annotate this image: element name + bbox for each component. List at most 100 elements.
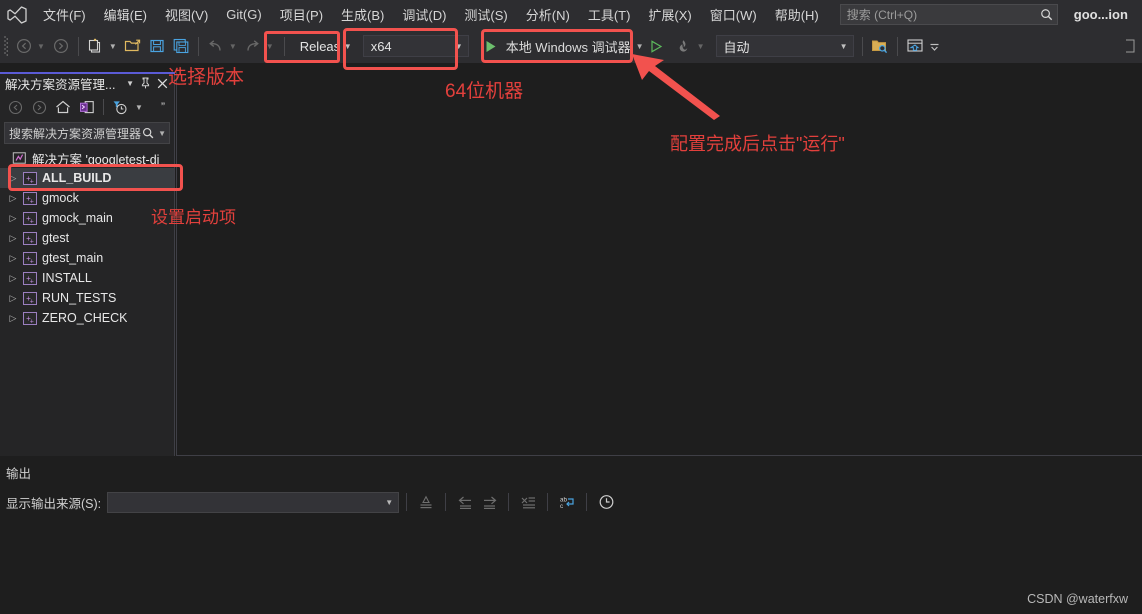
menu-item-analyze[interactable]: 分析(N)	[517, 0, 579, 29]
solution-explorer-search[interactable]: 搜索解决方案资源管理器 ▼	[4, 122, 170, 144]
search-icon	[1040, 8, 1053, 21]
svg-text:c: c	[560, 503, 563, 510]
editor-area[interactable]	[176, 72, 1142, 456]
process-auto-combo[interactable]: 自动 ▼	[715, 35, 854, 57]
tree-item-label: INSTALL	[42, 271, 92, 285]
undo-icon[interactable]	[204, 33, 228, 59]
cpp-project-icon: ++	[20, 251, 39, 265]
toolbar-separator	[508, 493, 510, 511]
output-source-label: 显示输出来源(S):	[6, 496, 102, 511]
tree-item-gmock-main[interactable]: ▷ ++ gmock_main	[0, 208, 174, 228]
expander-icon[interactable]: ▷	[6, 273, 20, 284]
toolbar-separator	[197, 36, 199, 56]
navigate-backward-icon[interactable]	[12, 33, 36, 59]
new-item-icon[interactable]	[84, 33, 108, 59]
tree-item-solution[interactable]: 解决方案 'googletest-di	[0, 148, 174, 168]
toolbar-grip[interactable]	[0, 29, 12, 63]
expander-icon[interactable]: ▷	[6, 173, 20, 184]
tree-item-run-tests[interactable]: ▷ ++ RUN_TESTS	[0, 288, 174, 308]
tree-item-all-build[interactable]: ▷ ++ ALL_BUILD	[0, 168, 174, 188]
home-icon[interactable]	[52, 96, 74, 118]
open-folder-icon[interactable]	[121, 33, 145, 59]
chevron-down-icon[interactable]: ▼	[133, 96, 145, 118]
menu-item-edit[interactable]: 编辑(E)	[95, 0, 156, 29]
toolbar-overflow-icon[interactable]	[927, 33, 942, 59]
menu-item-window[interactable]: 窗口(W)	[701, 0, 766, 29]
expander-icon[interactable]: ▷	[6, 253, 20, 264]
sync-with-active-document-icon[interactable]	[76, 96, 98, 118]
tree-item-install[interactable]: ▷ ++ INSTALL	[0, 268, 174, 288]
save-all-icon[interactable]	[169, 33, 193, 59]
chevron-down-icon[interactable]: ▼	[840, 42, 848, 51]
menu-item-view[interactable]: 视图(V)	[156, 0, 217, 29]
menu-item-test[interactable]: 测试(S)	[455, 0, 516, 29]
go-to-previous-message-icon[interactable]	[453, 491, 477, 513]
cpp-project-icon: ++	[20, 311, 39, 325]
menu-item-debug[interactable]: 调试(D)	[393, 0, 455, 29]
chevron-down-icon[interactable]: ▼	[344, 42, 352, 51]
solution-explorer-search-input[interactable]: 搜索解决方案资源管理器	[9, 125, 142, 142]
cpp-project-icon: ++	[20, 231, 39, 245]
new-item-dropdown-icon[interactable]: ▼	[108, 42, 121, 51]
solution-explorer-panel: 解决方案资源管理... ▼ ▼ ” 搜索解决方案资源管理器 ▼ 解决方案 'go…	[0, 72, 175, 456]
menu-item-build[interactable]: 生成(B)	[332, 0, 393, 29]
clear-all-icon[interactable]	[516, 491, 540, 513]
solution-configuration-combo[interactable]: Release ▼	[292, 35, 358, 57]
window-layout-icon[interactable]	[903, 33, 927, 59]
quick-launch-search[interactable]: 搜索 (Ctrl+Q)	[839, 4, 1058, 25]
tree-item-zero-check[interactable]: ▷ ++ ZERO_CHECK	[0, 308, 174, 328]
chevron-down-icon[interactable]: ▼	[455, 42, 463, 51]
tree-item-label: ALL_BUILD	[42, 171, 112, 185]
folder-search-icon[interactable]	[868, 33, 892, 59]
pending-changes-filter-icon[interactable]	[109, 96, 131, 118]
menu-item-extensions[interactable]: 扩展(X)	[639, 0, 700, 29]
redo-dropdown-icon[interactable]: ▼	[265, 42, 278, 51]
expander-icon[interactable]: ▷	[6, 193, 20, 204]
editor-left-edge	[176, 72, 177, 456]
chevron-down-icon[interactable]: ▼	[385, 498, 393, 507]
toolbar-overflow-icon[interactable]: ”	[156, 96, 170, 118]
menu-item-project[interactable]: 项目(P)	[271, 0, 332, 29]
solution-platform-combo[interactable]: x64 ▼	[362, 35, 469, 57]
navigate-backward-dropdown-icon[interactable]: ▼	[36, 42, 49, 51]
pin-icon[interactable]	[137, 77, 154, 89]
go-to-next-message-icon[interactable]	[477, 491, 501, 513]
expander-icon[interactable]: ▷	[6, 313, 20, 324]
menu-item-git[interactable]: Git(G)	[217, 0, 270, 29]
solution-configuration-value: Release	[299, 38, 338, 54]
annotation-click-run: 配置完成后点击"运行"	[670, 134, 845, 154]
redo-icon[interactable]	[241, 33, 265, 59]
tree-item-gtest-main[interactable]: ▷ ++ gtest_main	[0, 248, 174, 268]
tree-item-label: ZERO_CHECK	[42, 311, 128, 325]
search-icon	[142, 127, 154, 139]
quick-launch-search-input[interactable]: 搜索 (Ctrl+Q)	[847, 6, 1040, 23]
tree-item-label: gmock_main	[42, 211, 113, 225]
toolbar-right-edge-icon[interactable]	[1118, 33, 1142, 59]
navigate-forward-icon[interactable]	[49, 33, 73, 59]
save-icon[interactable]	[145, 33, 169, 59]
output-pane-title: 输出	[6, 467, 32, 481]
annotation-set-startup-project: 设置启动项	[151, 208, 236, 227]
start-debugging-play-icon[interactable]	[479, 33, 503, 59]
tree-item-gtest[interactable]: ▷ ++ gtest	[0, 228, 174, 248]
menu-item-file[interactable]: 文件(F)	[34, 0, 95, 29]
menu-item-help[interactable]: 帮助(H)	[766, 0, 828, 29]
expander-icon[interactable]: ▷	[6, 233, 20, 244]
word-wrap-icon[interactable]: ab c	[555, 491, 579, 513]
forward-icon[interactable]	[28, 96, 50, 118]
undo-dropdown-icon[interactable]: ▼	[228, 42, 241, 51]
expander-icon[interactable]: ▷	[6, 293, 20, 304]
clear-output-icon[interactable]	[414, 491, 438, 513]
menu-item-tools[interactable]: 工具(T)	[579, 0, 640, 29]
standard-toolbar: ▼ ▼ ▼ ▼ Releas ▼ x64 ▼ 本地 Windows 调试器 ▼ …	[0, 29, 1142, 63]
back-icon[interactable]	[4, 96, 26, 118]
output-source-combo[interactable]: ▼	[107, 491, 400, 513]
expander-icon[interactable]: ▷	[6, 213, 20, 224]
annotation-select-version: 选择版本	[168, 67, 245, 88]
tree-item-gmock[interactable]: ▷ ++ gmock	[0, 188, 174, 208]
chevron-down-icon[interactable]: ▼	[154, 129, 166, 138]
output-pane-toolbar: 显示输出来源(S): ▼ ab c	[0, 488, 1142, 516]
show-timestamps-icon[interactable]	[594, 491, 618, 513]
solution-explorer-title: 解决方案资源管理...	[5, 77, 116, 92]
chevron-down-icon[interactable]: ▼	[123, 79, 137, 88]
